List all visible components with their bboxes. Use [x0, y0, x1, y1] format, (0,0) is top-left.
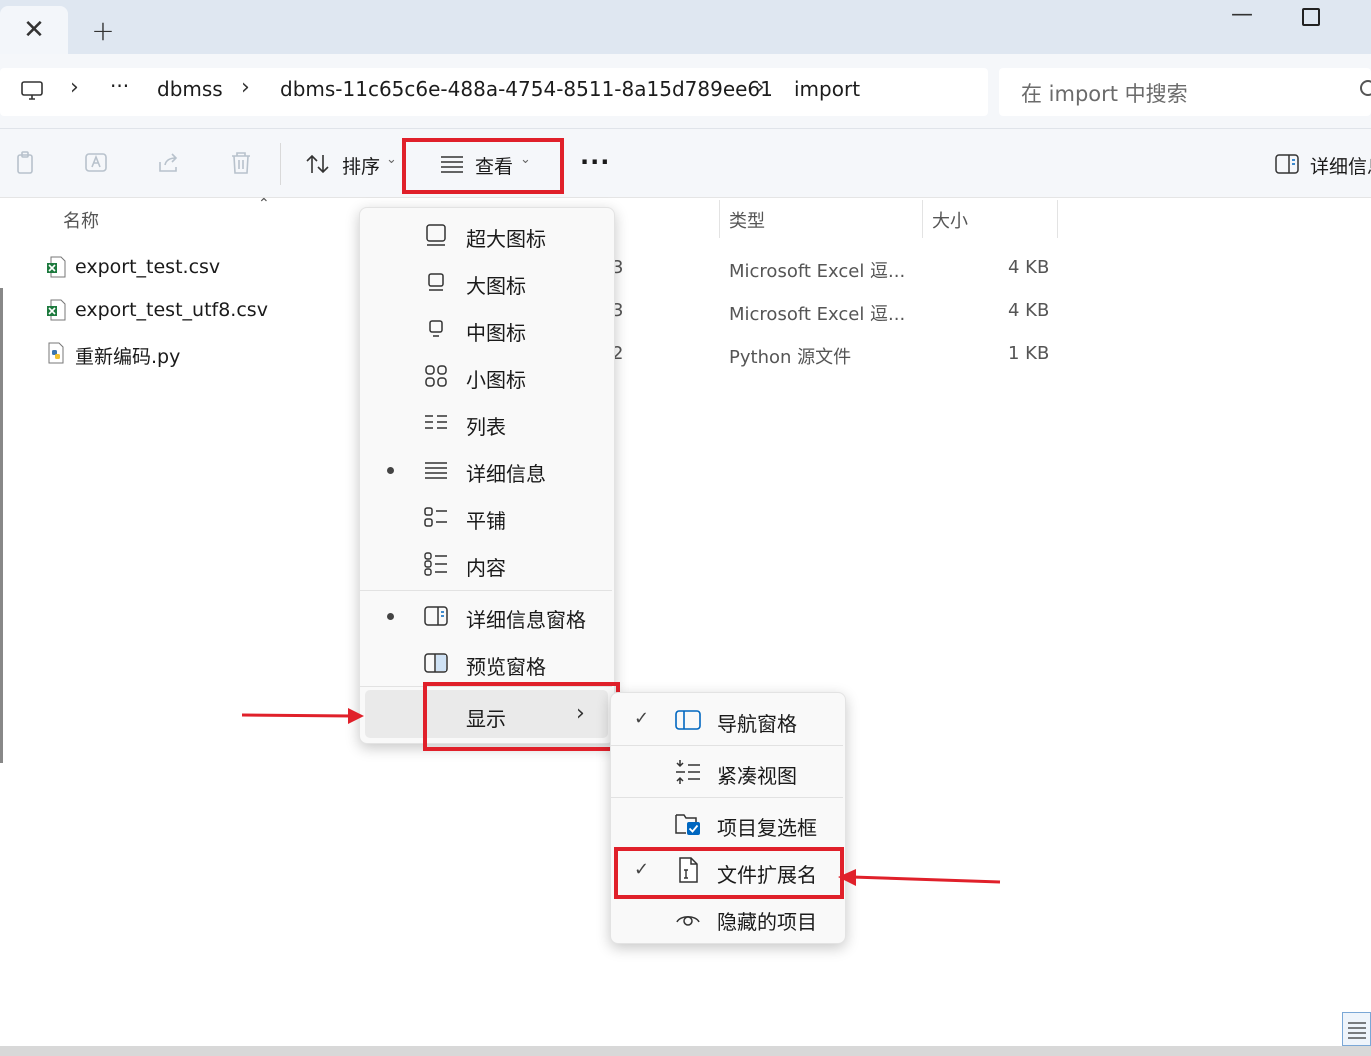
content-icon — [424, 552, 447, 576]
menu-separator — [360, 590, 612, 591]
navigation-scrollbar[interactable] — [0, 288, 3, 763]
small-icons-icon — [425, 365, 447, 387]
preview-pane-icon — [424, 653, 448, 673]
maximize-button[interactable] — [1298, 4, 1324, 30]
tiles-icon — [424, 507, 447, 527]
chevron-down-icon: ⌄ — [386, 152, 397, 167]
navigation-pane-icon — [675, 710, 701, 730]
details-layout-button[interactable] — [1342, 1012, 1371, 1046]
details-view-icon — [1348, 1022, 1366, 1039]
more-options-button[interactable]: ··· — [580, 148, 610, 176]
breadcrumb-separator: › — [241, 75, 250, 100]
search-input[interactable]: 在 import 中搜索 — [1021, 78, 1188, 108]
sort-icon[interactable] — [305, 152, 331, 176]
breadcrumb-separator: › — [70, 75, 79, 100]
share-icon[interactable] — [156, 150, 182, 176]
command-bar — [0, 129, 1371, 198]
search-icon[interactable] — [1360, 80, 1371, 96]
selected-bullet — [387, 467, 394, 474]
details-icon — [425, 462, 447, 479]
column-divider[interactable] — [1057, 200, 1058, 238]
minimize-button[interactable]: — — [1226, 2, 1258, 30]
excel-icon — [47, 256, 66, 278]
menu-item-details-pane[interactable]: 详细信息窗格 — [466, 604, 586, 633]
file-name[interactable]: 重新编码.py — [75, 342, 180, 369]
hidden-items-icon — [676, 916, 700, 926]
file-size: 1 KB — [1008, 343, 1050, 364]
menu-item-small-icons[interactable]: 小图标 — [466, 364, 526, 393]
extra-large-icons-icon — [426, 224, 446, 246]
file-type: Microsoft Excel 逗... — [729, 261, 906, 282]
new-tab-button[interactable]: + — [86, 8, 120, 52]
breadcrumb-dbmss[interactable]: dbmss — [157, 77, 223, 101]
breadcrumb-dbms-folder[interactable]: dbms-11c65c6e-488a-4754-8511-8a15d789ee6… — [280, 77, 773, 101]
excel-icon — [47, 299, 66, 321]
rename-icon[interactable] — [84, 150, 110, 176]
list-icon — [425, 415, 447, 429]
menu-item-details[interactable]: 详细信息 — [466, 458, 546, 487]
menu-separator — [611, 745, 843, 746]
delete-icon[interactable] — [228, 150, 254, 176]
python-icon — [48, 342, 64, 364]
large-icons-icon — [428, 273, 444, 291]
submenu-item-navigation-pane[interactable]: 导航窗格 — [717, 708, 797, 737]
column-divider[interactable] — [719, 200, 720, 238]
check-icon: ✓ — [634, 708, 650, 729]
menu-item-extra-large-icons[interactable]: 超大图标 — [466, 223, 546, 252]
file-size: 4 KB — [1008, 300, 1050, 321]
sort-ascending-icon: ⌃ — [258, 196, 270, 212]
details-pane-icon — [424, 606, 448, 626]
details-pane-icon[interactable] — [1275, 154, 1299, 174]
highlight-view-button — [402, 138, 564, 194]
breadcrumb-import[interactable]: import — [794, 77, 860, 101]
details-button[interactable]: 详细信息 — [1310, 152, 1371, 179]
tab-strip — [0, 0, 1371, 54]
close-tab-icon[interactable]: ✕ — [0, 6, 68, 54]
this-pc-icon[interactable] — [20, 79, 44, 103]
menu-item-large-icons[interactable]: 大图标 — [466, 270, 526, 299]
menu-item-preview-pane[interactable]: 预览窗格 — [466, 651, 546, 680]
highlight-file-extensions — [614, 847, 844, 899]
toolbar-divider — [280, 143, 281, 185]
sort-button[interactable]: 排序 — [342, 152, 380, 179]
compact-view-icon — [676, 760, 700, 784]
highlight-show-item — [423, 682, 620, 751]
maximize-icon — [1302, 8, 1320, 26]
annotation-arrow-left — [838, 869, 1001, 886]
selected-bullet — [387, 613, 394, 620]
breadcrumb-ellipsis[interactable]: ··· — [110, 74, 129, 98]
medium-icons-icon — [429, 320, 443, 337]
menu-item-content[interactable]: 内容 — [466, 552, 506, 581]
column-divider[interactable] — [922, 200, 923, 238]
annotation-arrow-right — [241, 708, 364, 724]
submenu-item-compact-view[interactable]: 紧凑视图 — [717, 760, 797, 789]
submenu-item-hidden-items[interactable]: 隐藏的项目 — [717, 906, 817, 935]
column-header-name[interactable]: 名称 — [63, 207, 99, 233]
menu-item-medium-icons[interactable]: 中图标 — [466, 317, 526, 346]
item-checkbox-icon — [675, 814, 700, 835]
file-name[interactable]: export_test_utf8.csv — [75, 299, 268, 321]
file-name[interactable]: export_test.csv — [75, 256, 220, 278]
paste-icon[interactable] — [13, 150, 39, 176]
file-type: Python 源文件 — [729, 347, 852, 368]
file-type: Microsoft Excel 逗... — [729, 304, 906, 325]
column-header-type[interactable]: 类型 — [729, 207, 765, 233]
column-header-size[interactable]: 大小 — [932, 207, 968, 233]
taskbar-strip — [0, 1046, 1371, 1056]
menu-item-list[interactable]: 列表 — [466, 411, 506, 440]
menu-separator — [611, 797, 843, 798]
menu-item-tiles[interactable]: 平铺 — [466, 505, 506, 534]
file-size: 4 KB — [1008, 257, 1050, 278]
submenu-item-item-checkboxes[interactable]: 项目复选框 — [717, 812, 817, 841]
breadcrumb-separator: › — [756, 75, 765, 100]
